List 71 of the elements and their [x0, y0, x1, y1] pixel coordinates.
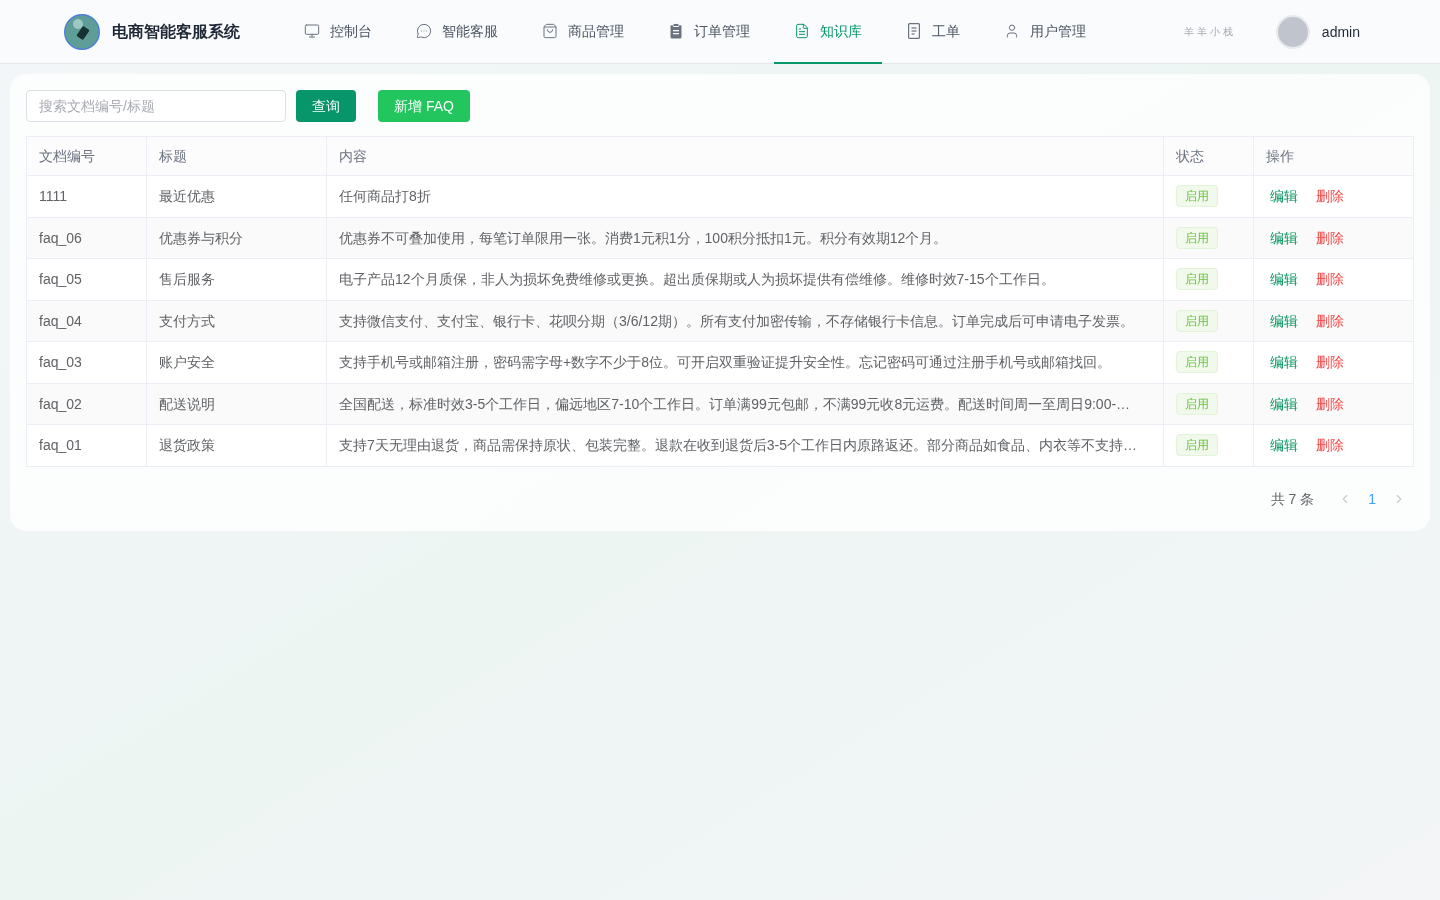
status-tag: 启用: [1176, 434, 1218, 457]
table-cell: 1111: [26, 175, 147, 217]
table-cell: 售后服务: [146, 258, 327, 300]
page-number[interactable]: 1: [1368, 488, 1376, 509]
table-cell: 优惠券不可叠加使用，每笔订单限用一张。消费1元积1分，100积分抵扣1元。积分有效期12个月。: [326, 217, 1164, 259]
table-cell: faq_05: [26, 258, 147, 300]
delete-link[interactable]: 删除: [1316, 435, 1344, 456]
status-tag: 启用: [1176, 268, 1218, 291]
table-cell: 支付方式: [146, 300, 327, 342]
table-cell: faq_02: [26, 383, 147, 425]
table-cell: 支持手机号或邮箱注册，密码需字母+数字不少于8位。可开启双重验证提升安全性。忘记密码可通过注册手机号或邮箱找回。: [326, 341, 1164, 383]
table-cell: faq_03: [26, 341, 147, 383]
table-cell: 账户安全: [146, 341, 327, 383]
monitor-icon: [304, 22, 320, 39]
delete-link[interactable]: 删除: [1316, 186, 1344, 207]
table-cell: 优惠券与积分: [146, 217, 327, 259]
search-field[interactable]: 搜索文档编号/标题: [26, 90, 286, 122]
table-cell: faq_06: [26, 217, 147, 259]
list-document-icon: [906, 22, 922, 39]
logo-icon: [64, 13, 100, 50]
delete-link[interactable]: 删除: [1316, 393, 1344, 414]
status-tag: 启用: [1176, 309, 1218, 332]
app-title: 电商智能客服系统: [112, 21, 240, 42]
user-name[interactable]: admin: [1321, 21, 1360, 42]
table-cell: 支持7天无理由退货，商品需保持原状、包装完整。退款在收到退货后3-5个工作日内原路返还。部分商品如食品、内衣等不支持…: [326, 424, 1164, 466]
delete-link[interactable]: 删除: [1316, 352, 1344, 373]
table-cell: 全国配送，标准时效3-5个工作日，偏远地区7-10个工作日。订单满99元包邮，不满99元收8元运费。配送时间周一至周日9:00-…: [326, 383, 1164, 425]
nav-tab[interactable]: 用户管理: [984, 0, 1106, 64]
nav-tab[interactable]: 知识库: [774, 0, 882, 64]
edit-link[interactable]: 编辑: [1270, 186, 1298, 207]
nav-tab[interactable]: 订单管理: [648, 0, 770, 64]
nav-tab[interactable]: 工单: [886, 0, 980, 64]
column-header: 内容: [326, 136, 1164, 176]
status-tag: 启用: [1176, 351, 1218, 374]
table-cell: 支持微信支付、支付宝、银行卡、花呗分期（3/6/12期）。所有支付加密传输，不存储银行卡信息。订单完成后可申请电子发票。: [326, 300, 1164, 342]
search-button[interactable]: 查询: [296, 90, 356, 122]
column-header: 状态: [1163, 136, 1254, 176]
edit-link[interactable]: 编辑: [1270, 435, 1298, 456]
status-tag: 启用: [1176, 226, 1218, 249]
chat-bubble-icon: [416, 22, 432, 39]
column-header: 操作: [1253, 136, 1414, 176]
edit-link[interactable]: 编辑: [1270, 310, 1298, 331]
document-icon: [794, 22, 810, 39]
add-faq-button[interactable]: 新增 FAQ: [378, 90, 470, 122]
table-cell: 退货政策: [146, 424, 327, 466]
table-cell: 电子产品12个月质保，非人为损坏免费维修或更换。超出质保期或人为损坏提供有偿维修。维修时效7-15个工作日。: [326, 258, 1164, 300]
delete-link[interactable]: 删除: [1316, 310, 1344, 331]
column-header: 标题: [146, 136, 327, 176]
edit-link[interactable]: 编辑: [1270, 269, 1298, 290]
avatar-icon[interactable]: [1275, 14, 1310, 49]
table-cell: faq_04: [26, 300, 147, 342]
user-icon: [1004, 22, 1020, 39]
edit-link[interactable]: 编辑: [1270, 352, 1298, 373]
table-cell: faq_01: [26, 424, 147, 466]
edit-link[interactable]: 编辑: [1270, 393, 1298, 414]
shopping-bag-icon: [542, 22, 558, 39]
delete-link[interactable]: 删除: [1316, 227, 1344, 248]
nav-tab[interactable]: 商品管理: [522, 0, 644, 64]
brand-tag: 羊羊小栈: [1183, 24, 1236, 39]
table-cell: 任何商品打8折: [326, 175, 1164, 217]
clipboard-icon: [668, 22, 684, 39]
total-count: 共 7 条: [1270, 489, 1315, 509]
column-header: 文档编号: [26, 136, 147, 176]
delete-link[interactable]: 删除: [1316, 269, 1344, 290]
nav-tab[interactable]: 智能客服: [396, 0, 518, 64]
status-tag: 启用: [1176, 185, 1218, 208]
nav-tab[interactable]: 控制台: [284, 0, 392, 64]
table-cell: 配送说明: [146, 383, 327, 425]
status-tag: 启用: [1176, 392, 1218, 415]
table-cell: 最近优惠: [146, 175, 327, 217]
edit-link[interactable]: 编辑: [1270, 227, 1298, 248]
